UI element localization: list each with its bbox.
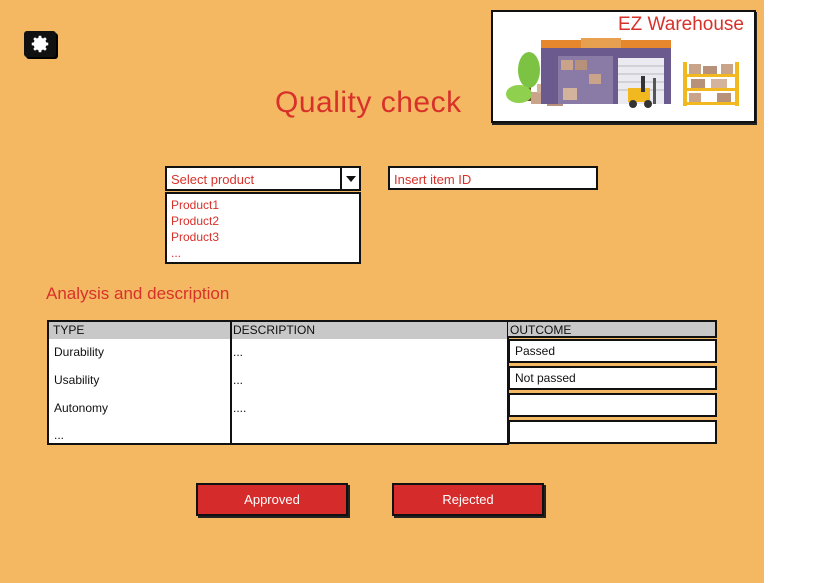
outcome-field[interactable]: Not passed [508, 366, 717, 390]
brand-name: EZ Warehouse [617, 14, 744, 35]
gear-icon [31, 35, 49, 53]
reject-button[interactable]: Rejected [392, 483, 544, 516]
brand-logo: EZ Warehouse [491, 10, 756, 123]
dropdown-option-product3[interactable]: Product3 [171, 230, 219, 244]
row-description[interactable]: ... [233, 373, 243, 387]
approve-button[interactable]: Approved [196, 483, 348, 516]
row-type: Usability [54, 373, 100, 387]
row-type: Durability [54, 345, 105, 359]
header-description: DESCRIPTION [233, 323, 316, 337]
chevron-down-icon[interactable] [340, 168, 359, 189]
page-title: Quality check [275, 86, 462, 119]
analysis-section-title: Analysis and description [46, 284, 230, 303]
item-id-input[interactable]: Insert item ID [388, 166, 598, 190]
product-select-value: Select product [171, 172, 255, 187]
row-type: ... [54, 428, 65, 442]
column-divider [230, 322, 232, 443]
dropdown-option-more[interactable]: ... [171, 246, 181, 260]
dropdown-option-product1[interactable]: Product1 [171, 198, 219, 212]
warehouse-icon [506, 38, 739, 108]
outcome-field[interactable] [508, 393, 717, 417]
product-select[interactable]: Select product [165, 166, 361, 191]
header-outcome: OUTCOME [508, 320, 717, 338]
analysis-table: TYPE DESCRIPTION Durability ... Usabilit… [47, 320, 509, 445]
row-type: Autonomy [54, 401, 109, 415]
header-type: TYPE [53, 323, 85, 337]
outcome-field[interactable]: Passed [508, 339, 717, 363]
row-description[interactable]: .... [233, 401, 246, 415]
product-dropdown-list: Product1 Product2 Product3 ... [165, 192, 361, 264]
row-description[interactable]: ... [233, 345, 243, 359]
dropdown-option-product2[interactable]: Product2 [171, 214, 219, 228]
outcome-field[interactable] [508, 420, 717, 444]
settings-button[interactable] [24, 31, 56, 57]
item-id-placeholder: Insert item ID [394, 172, 472, 187]
